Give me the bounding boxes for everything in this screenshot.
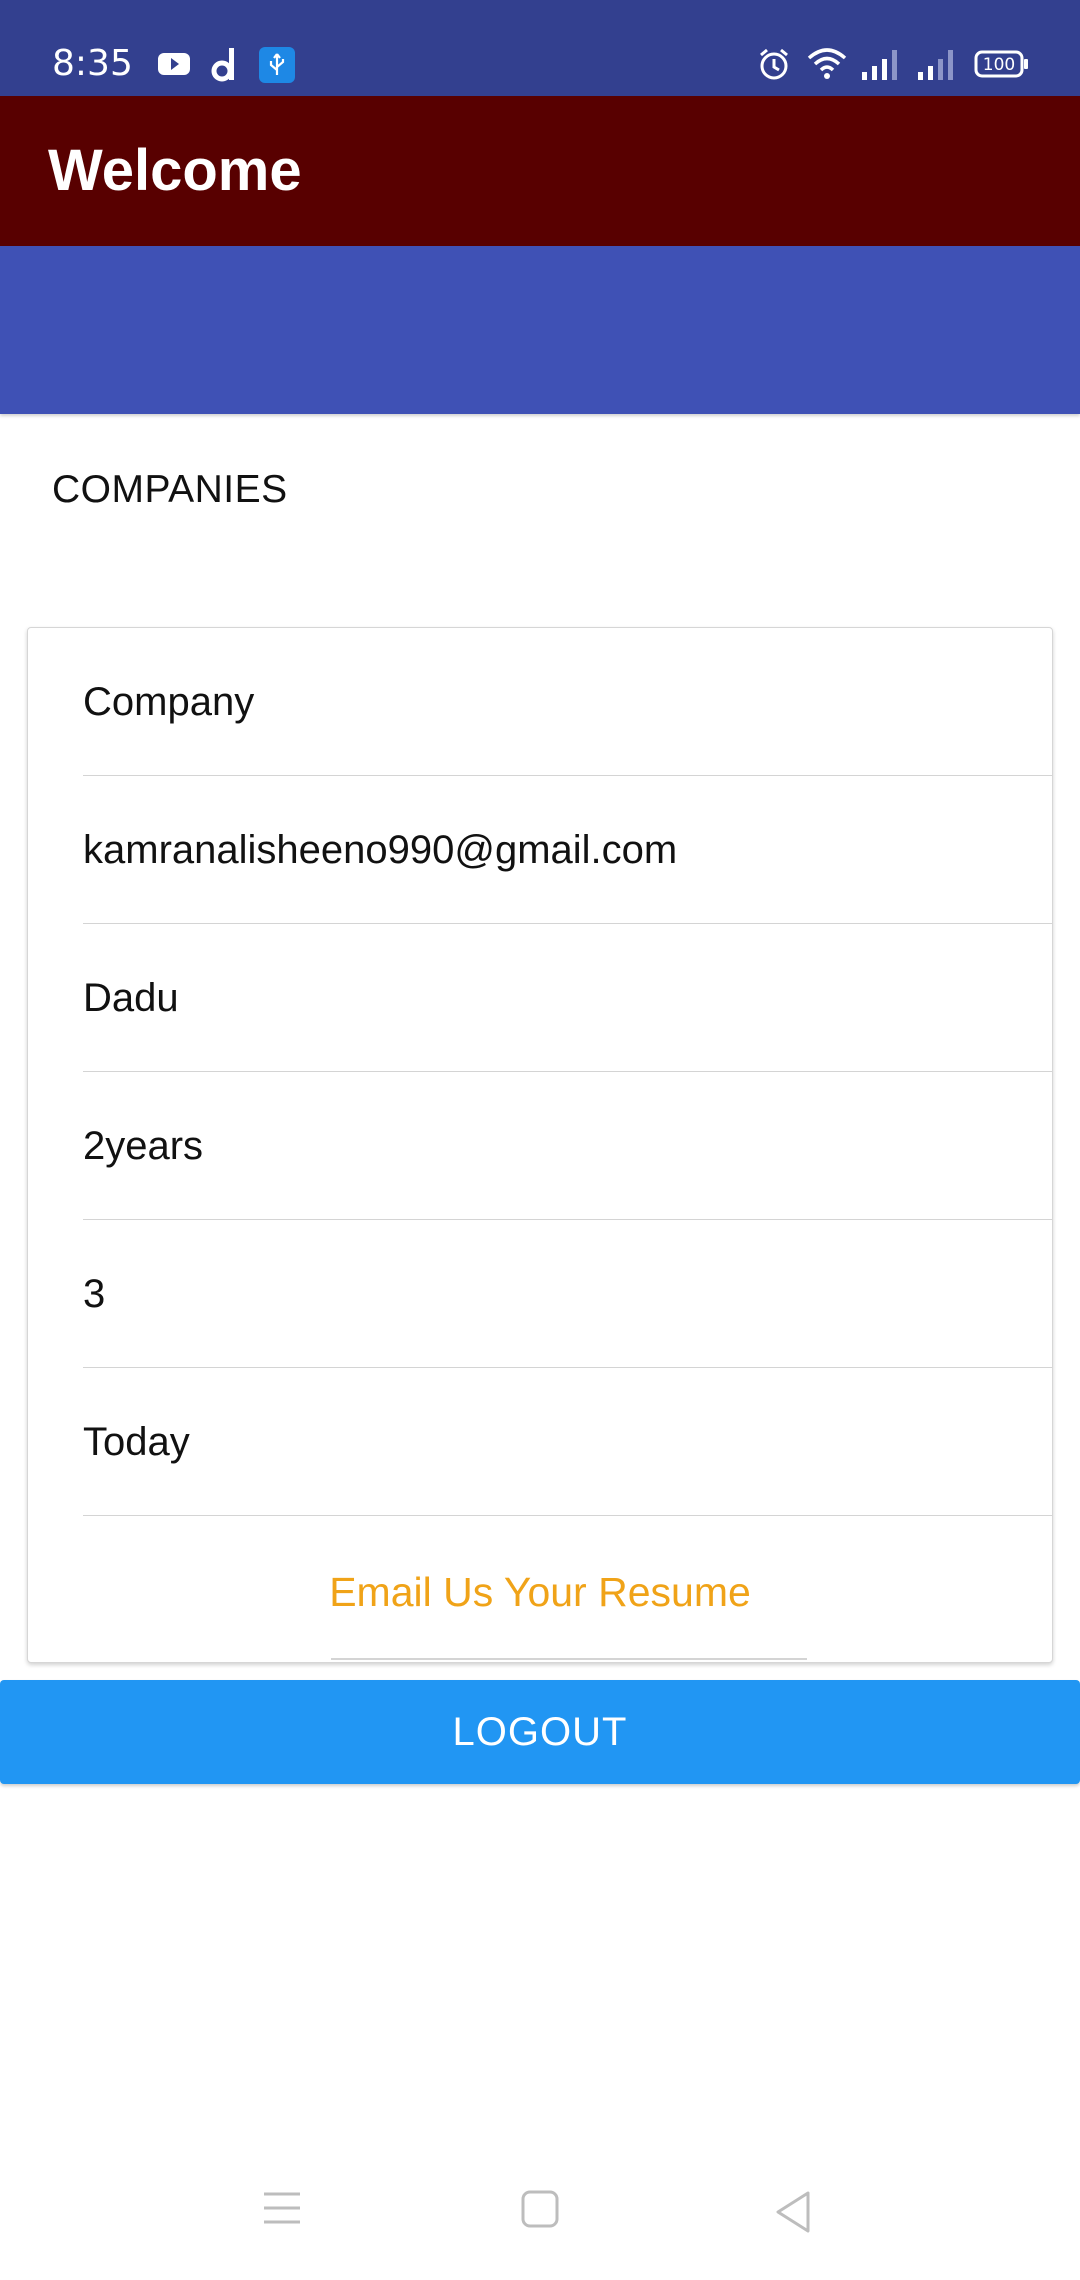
company-date-row: Today: [83, 1368, 1052, 1516]
usb-icon: [259, 47, 295, 83]
status-time: 8:35: [52, 43, 133, 84]
wifi-icon: [807, 48, 847, 79]
company-experience: 2years: [83, 1124, 204, 1168]
logout-button[interactable]: LOGOUT: [0, 1680, 1080, 1784]
email-resume-link[interactable]: Email Us Your Resume: [28, 1568, 1052, 1616]
company-vacancies-row: 3: [83, 1220, 1052, 1368]
section-label: COMPANIES: [52, 468, 288, 511]
header-band: [0, 246, 1080, 414]
youtube-icon: [158, 53, 190, 75]
company-experience-row: 2years: [83, 1072, 1052, 1220]
d-app-icon: [211, 48, 234, 82]
status-bar: 8:35 100: [0, 0, 1080, 96]
back-icon[interactable]: [774, 2190, 812, 2234]
page-title: Welcome: [48, 138, 302, 203]
company-name-row: Company: [83, 628, 1052, 776]
company-email-row: kamranalisheeno990@gmail.com: [83, 776, 1052, 924]
signal-icon: [862, 50, 897, 80]
signal-icon: [918, 50, 953, 80]
menu-icon[interactable]: [262, 2190, 302, 2226]
company-vacancies: 3: [83, 1272, 106, 1316]
system-nav-bar: [0, 2160, 1080, 2280]
battery-icon: 100: [974, 50, 1028, 78]
company-location-row: Dadu: [83, 924, 1052, 1072]
company-email: kamranalisheeno990@gmail.com: [83, 828, 678, 872]
home-icon[interactable]: [521, 2190, 559, 2228]
company-card: Company kamranalisheeno990@gmail.com Dad…: [27, 627, 1053, 1663]
battery-level: 100: [983, 55, 1015, 75]
screen: 8:35 100 Welcome COMPANIES Company kamra…: [0, 0, 1080, 2280]
alarm-icon: [760, 48, 788, 80]
company-location: Dadu: [83, 976, 179, 1020]
company-date: Today: [83, 1420, 190, 1464]
company-name: Company: [83, 680, 255, 724]
app-bar: Welcome: [0, 96, 1080, 246]
divider: [331, 1658, 807, 1660]
